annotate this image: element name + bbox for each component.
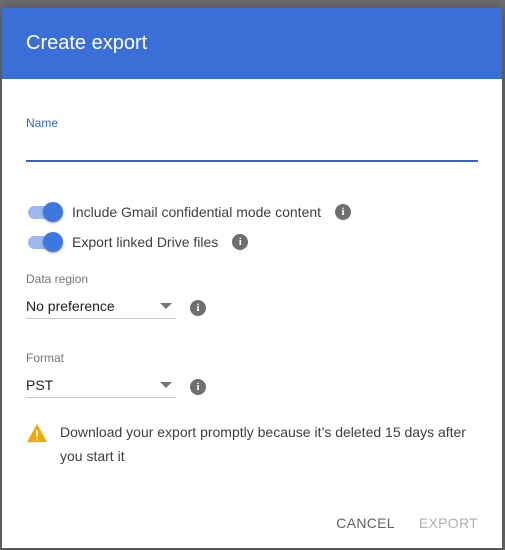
info-icon[interactable]: i [190, 300, 206, 316]
name-input[interactable] [26, 132, 478, 162]
data-region-value: No preference [26, 298, 115, 314]
export-button[interactable]: EXPORT [419, 511, 478, 535]
linked-drive-files-toggle[interactable] [26, 232, 63, 252]
format-select[interactable]: PST [26, 373, 176, 398]
linked-drive-files-label: Export linked Drive files [72, 234, 219, 250]
toggle-thumb [43, 232, 63, 252]
toggle-row-confidential: Include Gmail confidential mode content … [26, 200, 352, 224]
dialog-title: Create export [26, 32, 148, 54]
info-icon[interactable]: i [190, 379, 206, 395]
toggle-thumb [43, 202, 63, 222]
format-label: Format [26, 351, 65, 365]
dialog-actions: CANCEL EXPORT [312, 511, 478, 535]
warning-text: Download your export promptly because it… [60, 424, 466, 464]
cancel-button[interactable]: CANCEL [336, 511, 395, 535]
chevron-down-icon [160, 303, 172, 309]
toggle-row-drive: Export linked Drive files i [26, 230, 249, 254]
create-export-dialog: Create export Name Include Gmail confide… [2, 8, 502, 548]
name-label: Name [26, 116, 59, 130]
confidential-mode-toggle[interactable] [26, 202, 63, 222]
chevron-down-icon [160, 382, 172, 388]
warning-message: Download your export promptly because it… [26, 423, 476, 468]
dialog-header: Create export [2, 8, 502, 79]
info-icon[interactable]: i [232, 234, 249, 250]
data-region-select[interactable]: No preference [26, 294, 176, 319]
confidential-mode-label: Include Gmail confidential mode content [72, 204, 322, 220]
info-icon[interactable]: i [335, 204, 352, 220]
data-region-label: Data region [26, 272, 89, 286]
format-value: PST [26, 377, 54, 393]
warning-icon [27, 423, 47, 443]
